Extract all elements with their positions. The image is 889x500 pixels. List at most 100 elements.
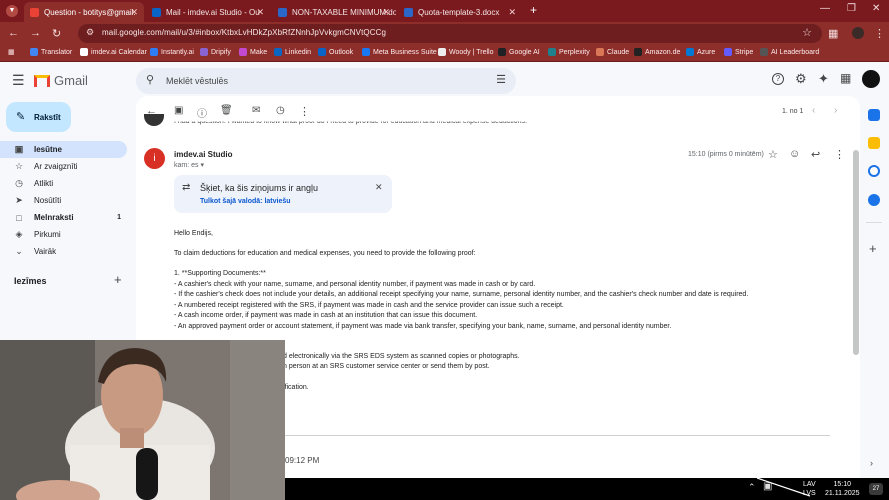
tag-icon: ◈ xyxy=(15,229,23,239)
bookmark-dripify[interactable]: Dripify xyxy=(200,48,231,56)
search-input[interactable]: Meklēt vēstulēs xyxy=(166,76,228,86)
bookmark-amazon[interactable]: Amazon.de xyxy=(634,48,680,56)
reply-icon[interactable]: ↩ xyxy=(811,148,820,161)
address-bar[interactable]: ⚙ mail.google.com/mail/u/3/#inbox/KtbxLv… xyxy=(78,24,822,43)
extensions-icon[interactable]: ▦ xyxy=(828,27,838,40)
nav-label: Iesūtne xyxy=(34,145,63,154)
bookmark-outlook[interactable]: Outlook xyxy=(318,48,353,56)
apps-grid-icon[interactable]: ▦ xyxy=(8,48,15,56)
nav-item-inbox[interactable]: ▣ Iesūtne xyxy=(0,141,127,158)
nav-item-sent[interactable]: ➤ Nosūtīti xyxy=(0,192,127,209)
bookmark-meta[interactable]: Meta Business Suite xyxy=(362,48,437,56)
search-bar[interactable]: ⚲ Meklēt vēstulēs ☰ xyxy=(136,68,516,94)
emoji-react-icon[interactable]: ☺ xyxy=(789,148,800,160)
main-menu-icon[interactable]: ☰ xyxy=(12,72,25,89)
bookmark-translator[interactable]: Translator xyxy=(30,48,72,56)
archive-icon[interactable]: ▣ xyxy=(174,105,183,116)
previous-message-avatar[interactable] xyxy=(144,114,164,126)
forward-icon[interactable]: → xyxy=(30,27,41,39)
gmail-favicon-icon xyxy=(30,7,39,17)
close-tab-icon[interactable]: ✕ xyxy=(382,7,390,18)
tab-word-nontaxable[interactable]: NON-TAXABLE MINIMUM.docx ✕ xyxy=(272,2,396,22)
expand-panel-icon[interactable]: › xyxy=(870,458,873,468)
back-icon[interactable]: ← xyxy=(8,27,19,39)
keep-icon[interactable] xyxy=(868,137,880,149)
bookmark-make[interactable]: Make xyxy=(239,48,267,56)
browser-menu-icon[interactable]: ⋮ xyxy=(874,27,885,40)
sender-name[interactable]: imdev.ai Studio xyxy=(174,150,233,159)
tab-gmail[interactable]: Question - botitys@gmail.com ✕ xyxy=(24,2,144,22)
google-apps-icon[interactable]: ▦ xyxy=(840,71,851,85)
bookmark-imdev-calendar[interactable]: imdev.ai Calendar xyxy=(80,48,147,56)
search-options-icon[interactable]: ☰ xyxy=(496,73,506,86)
translate-link[interactable]: Tulkot šajā valodā: latviešu xyxy=(200,198,291,205)
tab-outlook[interactable]: Mail - imdev.ai Studio - Outlook ✕ xyxy=(146,2,270,22)
add-addon-icon[interactable]: + xyxy=(869,241,877,256)
pagination-text: 1. no 1 xyxy=(782,108,804,115)
tasks-icon[interactable] xyxy=(868,165,880,177)
send-icon: ➤ xyxy=(15,195,23,205)
restore-icon[interactable]: ❐ xyxy=(847,3,856,14)
bookmark-label: Outlook xyxy=(329,48,354,56)
newer-icon[interactable]: ‹ xyxy=(812,105,815,116)
sender-avatar[interactable]: i xyxy=(144,148,165,169)
notification-count: 27 xyxy=(872,486,880,492)
mark-unread-icon[interactable]: ✉ xyxy=(252,105,260,116)
bookmark-stripe[interactable]: Stripe xyxy=(724,48,753,56)
nav-item-snoozed[interactable]: ◷ Atlikti xyxy=(0,175,127,192)
bookmark-claude[interactable]: Claude xyxy=(596,48,629,56)
calendar-icon[interactable] xyxy=(868,109,880,121)
account-avatar[interactable] xyxy=(862,70,880,88)
clock[interactable]: 15:10 21.11.2025 xyxy=(825,480,860,498)
more-actions-icon[interactable]: ⋮ xyxy=(299,105,310,118)
bookmark-star-icon[interactable]: ☆ xyxy=(802,26,812,39)
bookmark-label: Stripe xyxy=(735,48,754,56)
previous-message-snippet[interactable]: I had a question. I wanted to know what … xyxy=(174,122,527,126)
message-more-icon[interactable]: ⋮ xyxy=(834,148,845,161)
close-banner-icon[interactable]: ✕ xyxy=(375,182,383,193)
body-partial-line: ification. xyxy=(283,384,309,391)
search-icon[interactable]: ⚲ xyxy=(146,73,154,86)
nav-item-starred[interactable]: ☆ Ar zvaigznīti xyxy=(0,158,127,175)
close-tab-icon[interactable]: ✕ xyxy=(256,7,264,18)
contacts-icon[interactable] xyxy=(868,194,880,206)
nav-item-more[interactable]: ⌄ Vairāk xyxy=(0,243,127,260)
profile-avatar[interactable] xyxy=(852,27,864,39)
support-icon[interactable]: ? xyxy=(772,73,784,85)
tab-word-quota[interactable]: Quota-template-3.docx ✕ xyxy=(398,2,522,22)
minimize-icon[interactable]: — xyxy=(820,3,830,14)
close-tab-icon[interactable]: ✕ xyxy=(130,7,138,18)
delete-icon[interactable]: 🗑 xyxy=(220,105,233,116)
reload-icon[interactable]: ↻ xyxy=(52,27,61,40)
body-bullet: - A numbered receipt registered with the… xyxy=(174,302,564,309)
gemini-icon[interactable]: ✦ xyxy=(818,71,829,87)
bookmark-instantly[interactable]: Instantly.ai xyxy=(150,48,194,56)
webcam-overlay xyxy=(0,340,285,500)
bookmark-trello[interactable]: Woody | Trello xyxy=(438,48,494,56)
message-scrollbar[interactable] xyxy=(853,150,859,355)
bookmark-linkedin[interactable]: Linkedin xyxy=(274,48,311,56)
close-window-icon[interactable]: ✕ xyxy=(872,3,880,14)
recipient-line[interactable]: kam: es ▾ xyxy=(174,161,204,169)
close-tab-icon[interactable]: ✕ xyxy=(508,7,516,18)
compose-button[interactable]: ✎ Rakstīt xyxy=(6,102,71,132)
star-message-icon[interactable]: ☆ xyxy=(768,148,778,161)
new-tab-button[interactable]: + xyxy=(530,3,537,17)
gmail-logo[interactable]: Gmail xyxy=(34,73,88,88)
tab-search-button[interactable]: ▼ xyxy=(6,5,18,17)
add-label-icon[interactable]: + xyxy=(114,272,122,287)
settings-gear-icon[interactable]: ⚙ xyxy=(795,71,807,87)
nav-item-purchases[interactable]: ◈ Pirkumi xyxy=(0,226,127,243)
bookmark-google-ai[interactable]: Google AI xyxy=(498,48,540,56)
bookmark-perplexity[interactable]: Perplexity xyxy=(548,48,590,56)
report-spam-icon[interactable]: ⓘ xyxy=(197,105,207,120)
caret-down-icon: ▾ xyxy=(200,162,204,169)
greeting: Hello Endijs, xyxy=(174,230,213,237)
site-info-icon[interactable]: ⚙ xyxy=(86,27,94,38)
body-bullet: - An approved payment order or account s… xyxy=(174,323,672,330)
older-icon[interactable]: › xyxy=(834,105,837,116)
bookmark-ai-leaderboard[interactable]: AI Leaderboard xyxy=(760,48,819,56)
bookmark-azure[interactable]: Azure xyxy=(686,48,715,56)
notification-badge[interactable]: 27 xyxy=(869,483,883,495)
nav-item-drafts[interactable]: □ Melnraksti 1 xyxy=(0,209,127,226)
